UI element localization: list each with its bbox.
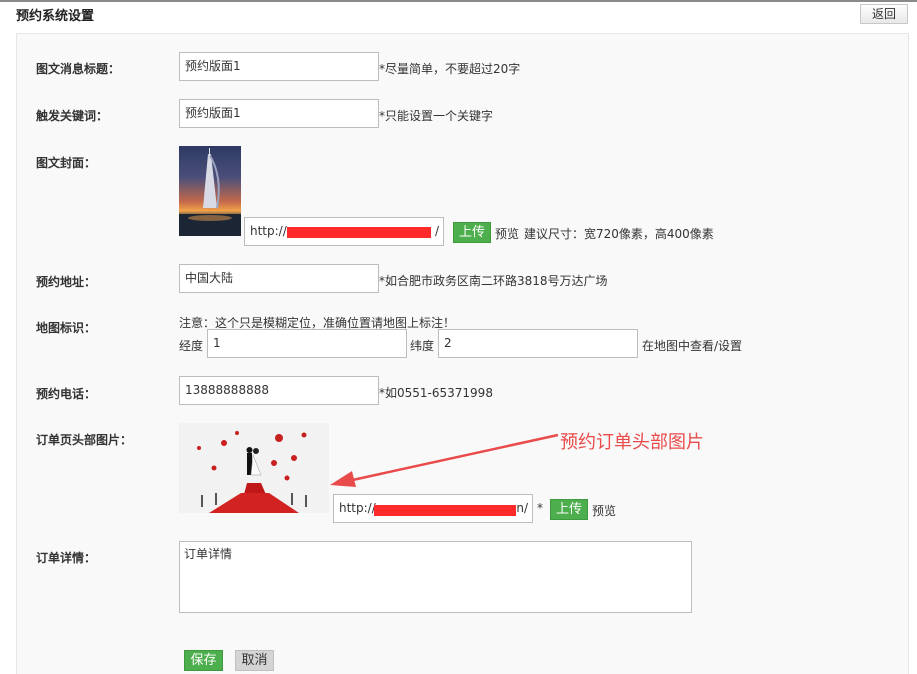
map-view-link[interactable]: 在地图中查看/设置 xyxy=(642,337,742,354)
address-label: 预约地址： xyxy=(36,275,97,289)
header-image xyxy=(179,423,329,513)
title-label: 图文消息标题： xyxy=(36,62,121,76)
annotation-arrow-icon xyxy=(330,433,559,487)
page-title: 预约系统设置 xyxy=(16,9,95,24)
latitude-label: 纬度 xyxy=(410,339,435,353)
latitude-input[interactable]: 2 xyxy=(438,329,638,358)
detail-label: 订单详情： xyxy=(36,551,97,565)
detail-textarea[interactable]: 订单详情 xyxy=(179,541,692,613)
map-label: 地图标识： xyxy=(36,321,97,335)
burj-tower-icon xyxy=(179,148,241,236)
cancel-button[interactable]: 取消 xyxy=(235,650,274,671)
title-hint: *尽量简单，不要超过20字 xyxy=(379,62,521,76)
address-input[interactable]: 中国大陆 xyxy=(179,264,379,293)
wedding-scene-icon xyxy=(179,423,329,513)
redaction-bar xyxy=(374,505,516,516)
cover-image xyxy=(179,146,241,236)
cover-label: 图文封面： xyxy=(36,156,97,170)
longitude-label: 经度 xyxy=(179,339,204,353)
top-border xyxy=(0,0,917,2)
header-image-preview-link[interactable]: 预览 xyxy=(592,502,616,519)
phone-input[interactable]: 13888888888 xyxy=(179,376,379,405)
redaction-bar xyxy=(287,227,431,238)
address-hint: *如合肥市政务区南二环路3818号万达广场 xyxy=(379,274,608,288)
cover-size-hint: 建议尺寸：宽720像素，高400像素 xyxy=(524,227,714,241)
header-image-label: 订单页头部图片： xyxy=(36,433,133,447)
keyword-input[interactable]: 预约版面1 xyxy=(179,99,379,128)
longitude-input[interactable]: 1 xyxy=(207,329,407,358)
keyword-hint: *只能设置一个关键字 xyxy=(379,109,494,123)
title-input[interactable]: 预约版面1 xyxy=(179,52,379,81)
back-button[interactable]: 返回 xyxy=(860,4,908,24)
cover-preview-link[interactable]: 预览 xyxy=(495,225,519,242)
phone-hint: *如0551-65371998 xyxy=(379,386,493,400)
cover-upload-button[interactable]: 上传 xyxy=(453,222,491,243)
phone-label: 预约电话： xyxy=(36,387,97,401)
keyword-label: 触发关键词： xyxy=(36,109,109,123)
header-image-upload-button[interactable]: 上传 xyxy=(550,499,588,520)
save-button[interactable]: 保存 xyxy=(184,650,223,671)
annotation-label: 预约订单头部图片 xyxy=(560,432,704,453)
required-star: * xyxy=(537,501,543,515)
